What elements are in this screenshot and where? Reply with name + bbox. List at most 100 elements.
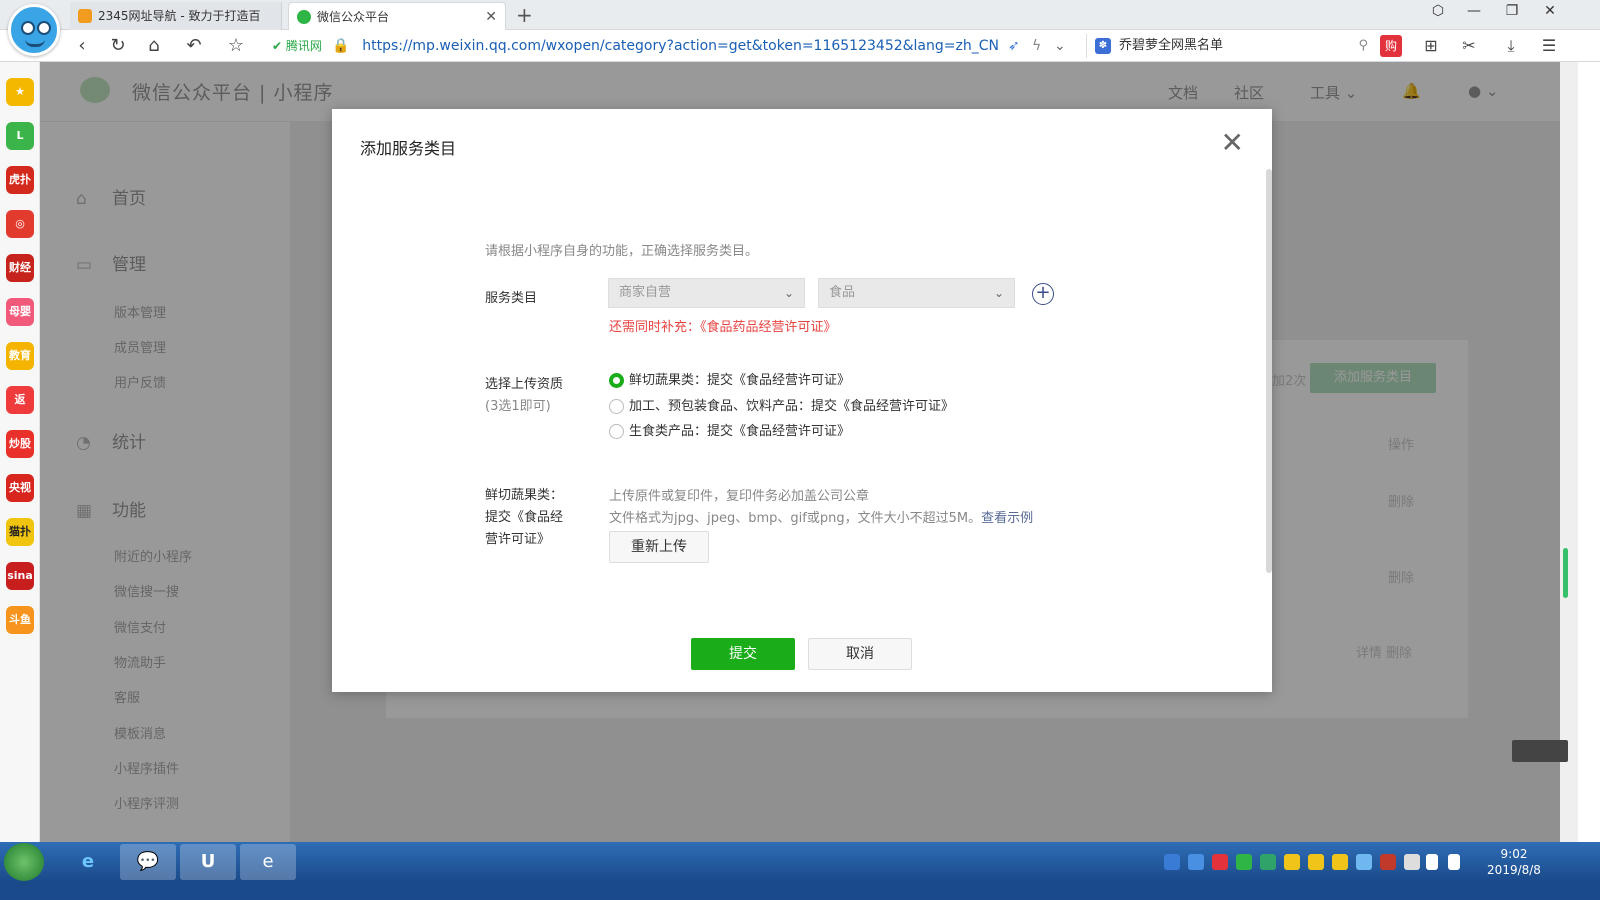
download-icon[interactable]: ⤓ — [1500, 35, 1522, 57]
tray-network-icon[interactable] — [1380, 854, 1396, 870]
sidebar-sina-icon[interactable]: sina — [6, 562, 34, 590]
cancel-button[interactable]: 取消 — [808, 638, 912, 670]
home-icon[interactable]: ⌂ — [142, 34, 166, 58]
category-secondary-value: 食品 — [829, 285, 856, 300]
search-icon[interactable]: ⚲ — [1358, 34, 1368, 58]
close-icon[interactable]: ✕ — [1221, 129, 1244, 157]
signal-icon[interactable] — [1426, 854, 1438, 870]
tab-weixin-mp[interactable]: 微信公众平台 ✕ — [288, 2, 506, 30]
sidebar-weibo-icon[interactable]: ◎ — [6, 210, 34, 238]
category-primary-select[interactable]: 商家自营 ⌄ — [608, 278, 805, 308]
tray-qq-icon[interactable] — [1284, 854, 1300, 870]
upload-label-line: 营许可证》 — [485, 532, 551, 547]
radio-selected-icon — [609, 373, 624, 388]
wechat-app-icon[interactable]: 💬 — [120, 844, 176, 880]
browser-logo-icon[interactable] — [8, 4, 60, 56]
sidebar-cctv-icon[interactable]: 央视 — [6, 474, 34, 502]
back-icon[interactable]: ‹ — [70, 34, 94, 58]
add-category-plus-icon[interactable]: + — [1032, 283, 1054, 305]
browser-tab-strip: 2345网址导航 - 致力于打造百 微信公众平台 ✕ + ⬡ — ❐ ✕ — [0, 0, 1600, 30]
qualification-option-fresh-cut[interactable]: 鲜切蔬果类：提交《食品经营许可证》 — [609, 373, 850, 389]
dialog-scrollbar[interactable] — [1266, 169, 1272, 573]
chevron-down-icon: ⌄ — [783, 286, 794, 300]
view-example-link[interactable]: 查看示例 — [981, 511, 1033, 526]
upload-hint-original: 上传原件或复印件，复印件务必加盖公司公章 — [609, 489, 870, 504]
wechat-favicon-icon — [297, 10, 311, 24]
undo-icon[interactable]: ↶ — [182, 34, 206, 58]
ie-icon[interactable]: e — [60, 844, 116, 880]
menu-icon[interactable]: ☰ — [1538, 35, 1560, 57]
tray-ie-icon[interactable] — [1356, 854, 1372, 870]
sidebar-baby-icon[interactable]: 母婴 — [6, 298, 34, 326]
tray-sync-icon[interactable] — [1260, 854, 1276, 870]
shopping-icon[interactable]: 购 — [1380, 35, 1402, 57]
radio-unselected-icon — [609, 424, 624, 439]
qualification-label: 选择上传资质 — [485, 377, 564, 392]
tray-app-icon[interactable] — [1188, 854, 1204, 870]
category-secondary-select[interactable]: 食品 ⌄ — [818, 278, 1015, 308]
sidebar-favorites-icon[interactable]: ★ — [6, 78, 34, 106]
chevron-down-icon: ⌄ — [993, 286, 1004, 300]
option-label: 鲜切蔬果类：提交《食品经营许可证》 — [629, 373, 851, 388]
qualification-option-raw[interactable]: 生食类产品：提交《食品经营许可证》 — [609, 424, 850, 440]
apps-icon[interactable]: ⊞ — [1420, 35, 1442, 57]
sidebar-douyu-icon[interactable]: 斗鱼 — [6, 606, 34, 634]
tab-2345[interactable]: 2345网址导航 - 致力于打造百 — [70, 2, 282, 30]
browser-sidebar: ★ L 虎扑 ◎ 财经 母婴 教育 返 炒股 央视 猫扑 sina 斗鱼 — [0, 62, 40, 862]
floating-keyboard-widget[interactable] — [1512, 740, 1568, 762]
bookmark-star-icon[interactable]: ☆ — [224, 34, 248, 58]
sidebar-hupu-icon[interactable]: 虎扑 — [6, 166, 34, 194]
refresh-icon[interactable]: ↻ — [106, 34, 130, 58]
volume-icon[interactable] — [1448, 854, 1460, 870]
page-scrollbar-thumb[interactable] — [1563, 548, 1568, 598]
dialog-intro: 请根据小程序自身的功能，正确选择服务类目。 — [485, 244, 759, 259]
windows-start-icon[interactable] — [4, 843, 44, 881]
upload-label-line: 提交《食品经 — [485, 510, 564, 525]
tray-qq-icon[interactable] — [1308, 854, 1324, 870]
sidebar-rebate-icon[interactable]: 返 — [6, 386, 34, 414]
option-label: 加工、预包装食品、饮料产品：提交《食品经营许可证》 — [629, 399, 955, 414]
close-window-icon[interactable]: ✕ — [1536, 3, 1564, 19]
sidebar-mop-icon[interactable]: 猫扑 — [6, 518, 34, 546]
option-label: 生食类产品：提交《食品经营许可证》 — [629, 424, 851, 439]
tab-title: 微信公众平台 — [317, 10, 390, 24]
qualification-option-processed[interactable]: 加工、预包装食品、饮料产品：提交《食品经营许可证》 — [609, 399, 954, 415]
sidebar-history-icon[interactable]: L — [6, 122, 34, 150]
skin-icon[interactable]: ⬡ — [1424, 3, 1452, 19]
sidebar-stocks-icon[interactable]: 炒股 — [6, 430, 34, 458]
minimize-icon[interactable]: — — [1460, 3, 1488, 19]
tray-wechat-icon[interactable] — [1236, 854, 1252, 870]
category-label: 服务类目 — [485, 291, 538, 306]
lock-icon: 🔒 — [332, 38, 350, 54]
restore-icon[interactable]: ❐ — [1498, 3, 1526, 19]
u-app-icon[interactable]: U — [180, 844, 236, 880]
sidebar-education-icon[interactable]: 教育 — [6, 342, 34, 370]
tray-device-icon[interactable] — [1404, 854, 1420, 870]
new-tab-button[interactable]: + — [516, 2, 533, 28]
address-bar: ‹ ↻ ⌂ ↶ ☆ ✔ 腾讯网 🔒 https://mp.weixin.qq.c… — [0, 30, 1600, 62]
search-text: 乔碧萝全网黑名单 — [1119, 38, 1224, 53]
rocket-icon[interactable]: ➶ — [1008, 34, 1020, 58]
reupload-button[interactable]: 重新上传 — [609, 531, 709, 563]
clock-date: 2019/8/8 — [1487, 863, 1541, 877]
browser-2345-taskbar-icon[interactable]: e — [240, 844, 296, 880]
close-tab-icon[interactable]: ✕ — [485, 3, 497, 30]
page-scrollbar[interactable] — [1560, 62, 1578, 842]
clock-time: 9:02 — [1500, 847, 1528, 861]
tray-qq-icon[interactable] — [1332, 854, 1348, 870]
system-clock[interactable]: 9:02 2019/8/8 — [1478, 846, 1550, 878]
tray-shield-icon[interactable] — [1164, 854, 1180, 870]
flash-icon[interactable]: ϟ — [1032, 34, 1041, 58]
tray-weibo-icon[interactable] — [1212, 854, 1228, 870]
category-primary-value: 商家自营 — [619, 285, 672, 300]
url-text: https://mp.weixin.qq.com/wxopen/category… — [362, 38, 999, 54]
submit-button[interactable]: 提交 — [691, 638, 795, 670]
scissors-icon[interactable]: ✂ — [1458, 35, 1480, 57]
chevron-down-icon[interactable]: ⌄ — [1054, 34, 1066, 58]
search-input[interactable]: ✽ 乔碧萝全网黑名单 ⚲ — [1086, 34, 1386, 58]
url-field[interactable]: ✔ 腾讯网 🔒 https://mp.weixin.qq.com/wxopen/… — [272, 34, 1082, 58]
upload-label-line: 鲜切蔬果类： — [485, 488, 564, 503]
sidebar-finance-icon[interactable]: 财经 — [6, 254, 34, 282]
upload-label: 鲜切蔬果类： 提交《食品经 营许可证》 — [485, 485, 563, 551]
add-category-dialog: 添加服务类目 ✕ 请根据小程序自身的功能，正确选择服务类目。 服务类目 商家自营… — [332, 109, 1272, 692]
